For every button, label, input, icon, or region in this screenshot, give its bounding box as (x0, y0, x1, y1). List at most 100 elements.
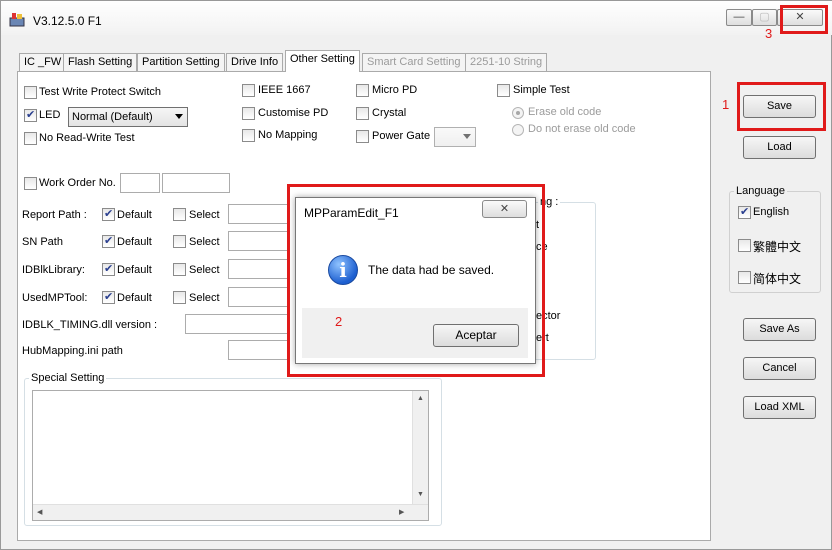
tab-ic-fw[interactable]: IC _FW (19, 53, 67, 71)
idblk-library-label: IDBlkLibrary: (22, 264, 85, 276)
test-write-protect-checkbox[interactable] (24, 86, 37, 99)
used-mptool-select-checkbox[interactable] (173, 291, 186, 304)
used-mptool-label: UsedMPTool: (22, 292, 88, 304)
cancel-button[interactable]: Cancel (743, 357, 816, 380)
not-erase-old-code-label: Do not erase old code (528, 123, 636, 135)
ieee-1667-label: IEEE 1667 (258, 84, 311, 96)
idblk-library-select-label: Select (189, 264, 220, 276)
english-checkbox[interactable] (738, 205, 751, 219)
report-path-label: Report Path : (22, 209, 87, 221)
annotation-box-close (780, 5, 828, 34)
minimize-button[interactable]: — (726, 9, 752, 26)
micro-pd-checkbox[interactable] (356, 84, 369, 97)
work-order-prefix-field[interactable] (120, 173, 160, 193)
title-bar: V3.12.5.0 F1 — ▢ ✕ (1, 1, 832, 35)
not-erase-old-code-radio[interactable] (512, 124, 524, 136)
simplified-chinese-checkbox[interactable] (738, 271, 751, 284)
annotation-label-2: 2 (335, 314, 343, 329)
tab-smart-card-setting[interactable]: Smart Card Setting (362, 53, 466, 71)
work-order-label: Work Order No. (39, 177, 116, 189)
sn-path-default-label: Default (117, 236, 152, 248)
annotation-box-save (737, 82, 826, 131)
app-window: V3.12.5.0 F1 — ▢ ✕ IC _FW Flash Setting … (0, 0, 832, 550)
scroll-down-icon: ▼ (417, 491, 424, 498)
no-read-write-checkbox[interactable] (24, 132, 37, 145)
customise-pd-label: Customise PD (258, 107, 329, 119)
hubmapping-label: HubMapping.ini path (22, 345, 123, 357)
report-path-select-checkbox[interactable] (173, 208, 186, 221)
no-mapping-label: No Mapping (258, 129, 318, 141)
annotation-label-3: 3 (765, 26, 773, 41)
report-path-select-label: Select (189, 209, 220, 221)
micro-pd-label: Micro PD (372, 84, 418, 96)
tab-partition-setting[interactable]: Partition Setting (137, 53, 225, 71)
no-read-write-label: No Read-Write Test (39, 132, 135, 144)
idblk-library-default-checkbox[interactable] (102, 262, 115, 276)
report-path-default-label: Default (117, 209, 152, 221)
vertical-scrollbar[interactable]: ▲ ▼ (412, 391, 428, 504)
language-title: Language (734, 185, 787, 197)
window-title: V3.12.5.0 F1 (33, 14, 102, 28)
used-mptool-default-checkbox[interactable] (102, 290, 115, 304)
crystal-label: Crystal (372, 107, 407, 119)
used-mptool-select-label: Select (189, 292, 220, 304)
test-write-protect-label: Test Write Protect Switch (39, 86, 162, 98)
work-order-number-field[interactable] (162, 173, 230, 193)
idblk-timing-field[interactable] (185, 314, 290, 334)
idblk-timing-label: IDBLK_TIMING.dll version : (22, 319, 158, 331)
customise-pd-checkbox[interactable] (242, 107, 255, 120)
maximize-icon: ▢ (759, 11, 770, 23)
maximize-button[interactable]: ▢ (752, 9, 777, 26)
power-gate-label: Power Gate (372, 130, 431, 142)
scroll-left-icon: ◀ (37, 509, 43, 516)
traditional-chinese-label: 繁體中文 (753, 240, 802, 254)
simplified-chinese-label: 简体中文 (753, 272, 802, 286)
crystal-checkbox[interactable] (356, 107, 369, 120)
simple-test-checkbox[interactable] (497, 84, 510, 97)
horizontal-scrollbar[interactable]: ◀ ▶ (33, 504, 428, 520)
tab-flash-setting[interactable]: Flash Setting (63, 53, 138, 71)
led-mode-select[interactable]: Normal (Default) (68, 107, 188, 127)
led-label: LED (39, 109, 61, 121)
work-order-checkbox[interactable] (24, 177, 37, 190)
power-gate-select[interactable] (434, 127, 476, 147)
app-icon (9, 12, 25, 27)
tab-2251-10-string[interactable]: 2251-10 String (465, 53, 548, 71)
load-button[interactable]: Load (743, 136, 816, 159)
chevron-down-icon (175, 114, 183, 119)
annotation-box-dialog (287, 184, 545, 377)
used-mptool-default-label: Default (117, 292, 152, 304)
minimize-icon: — (733, 11, 745, 23)
idblk-library-select-checkbox[interactable] (173, 263, 186, 276)
tab-other-setting[interactable]: Other Setting (285, 50, 360, 72)
report-path-field[interactable] (228, 204, 290, 224)
led-mode-value: Normal (Default) (72, 111, 153, 123)
no-mapping-checkbox[interactable] (242, 129, 255, 142)
idblk-library-default-label: Default (117, 264, 152, 276)
power-gate-checkbox[interactable] (356, 130, 369, 143)
used-mptool-field[interactable] (228, 287, 290, 307)
special-setting-title: Special Setting (29, 372, 107, 384)
traditional-chinese-checkbox[interactable] (738, 239, 751, 252)
erase-old-code-label: Erase old code (528, 106, 602, 118)
erase-old-code-radio[interactable] (512, 107, 524, 119)
led-checkbox[interactable] (24, 108, 37, 122)
scroll-right-icon: ▶ (399, 509, 405, 516)
sn-path-select-checkbox[interactable] (173, 235, 186, 248)
report-path-default-checkbox[interactable] (102, 207, 115, 221)
simple-test-label: Simple Test (513, 84, 570, 96)
sn-path-field[interactable] (228, 231, 290, 251)
sn-path-default-checkbox[interactable] (102, 234, 115, 248)
special-setting-textarea[interactable]: ▲ ▼ ◀ ▶ (32, 390, 429, 521)
save-as-button[interactable]: Save As (743, 318, 816, 341)
sn-path-select-label: Select (189, 236, 220, 248)
idblk-library-field[interactable] (228, 259, 290, 279)
load-xml-button[interactable]: Load XML (743, 396, 816, 419)
sn-path-label: SN Path (22, 236, 63, 248)
tab-drive-info[interactable]: Drive Info (226, 53, 284, 71)
hubmapping-field[interactable] (228, 340, 290, 360)
english-label: English (753, 206, 790, 218)
annotation-label-1: 1 (722, 97, 730, 112)
chevron-down-icon (463, 134, 471, 139)
ieee-1667-checkbox[interactable] (242, 84, 255, 97)
